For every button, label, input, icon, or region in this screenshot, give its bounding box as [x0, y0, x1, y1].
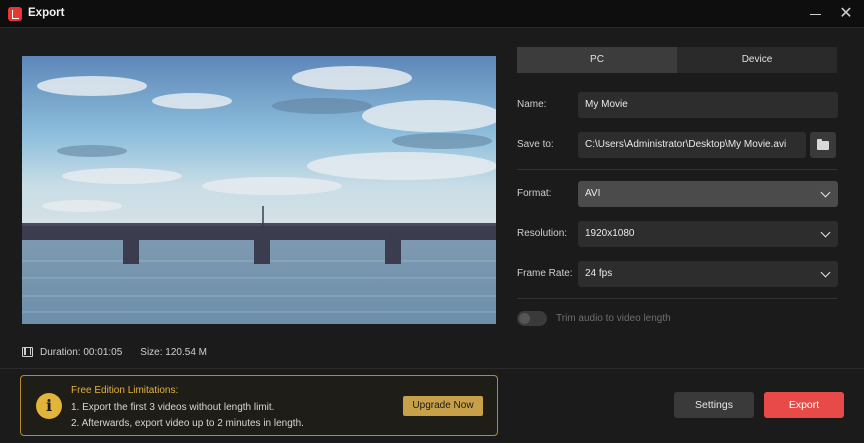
- browse-folder-button[interactable]: [810, 132, 836, 158]
- format-label: Format:: [517, 188, 552, 199]
- folder-icon: [817, 139, 829, 150]
- chevron-down-icon: [820, 187, 831, 198]
- app-logo-icon: [8, 7, 22, 21]
- preview-image: [22, 56, 496, 324]
- export-button[interactable]: Export: [764, 392, 844, 418]
- divider: [517, 298, 837, 299]
- name-label: Name:: [517, 99, 547, 110]
- limitation-line: 2. Afterwards, export video up to 2 minu…: [71, 418, 304, 429]
- format-select[interactable]: AVI: [578, 181, 838, 207]
- resolution-value: 1920x1080: [585, 228, 635, 239]
- video-meta: Duration: 00:01:05 Size: 120.54 M: [22, 345, 207, 359]
- save-path-field[interactable]: C:\Users\Administrator\Desktop\My Movie.…: [578, 132, 806, 158]
- minimize-icon[interactable]: [804, 3, 828, 25]
- frame-rate-value: 24 fps: [585, 268, 613, 279]
- tab-pc[interactable]: PC: [517, 47, 677, 73]
- video-preview: [22, 56, 496, 324]
- trim-audio-toggle[interactable]: [517, 311, 547, 326]
- format-value: AVI: [585, 188, 601, 199]
- film-icon: [22, 347, 33, 357]
- settings-button[interactable]: Settings: [674, 392, 754, 418]
- name-field[interactable]: My Movie: [578, 92, 838, 118]
- tab-device[interactable]: Device: [677, 47, 837, 73]
- target-tabs: PC Device: [517, 47, 837, 73]
- window-title: Export: [28, 7, 65, 19]
- resolution-select[interactable]: 1920x1080: [578, 221, 838, 247]
- trim-audio-label: Trim audio to video length: [556, 313, 671, 324]
- frame-rate-label: Frame Rate:: [517, 268, 573, 279]
- chevron-down-icon: [820, 227, 831, 238]
- free-edition-notice: i Free Edition Limitations: 1. Export th…: [20, 375, 498, 436]
- limitations-title: Free Edition Limitations:: [71, 385, 179, 396]
- size-text: Size: 120.54 M: [140, 346, 207, 358]
- frame-rate-select[interactable]: 24 fps: [578, 261, 838, 287]
- save-to-label: Save to:: [517, 139, 554, 150]
- resolution-label: Resolution:: [517, 228, 568, 239]
- chevron-down-icon: [820, 267, 831, 278]
- duration-text: Duration: 00:01:05: [40, 346, 123, 358]
- title-bar: Export ✕: [0, 0, 864, 28]
- upgrade-now-button[interactable]: Upgrade Now: [403, 396, 483, 416]
- info-icon: i: [36, 393, 62, 419]
- limitation-line: 1. Export the first 3 videos without len…: [71, 402, 275, 413]
- close-icon[interactable]: ✕: [834, 3, 858, 25]
- footer-divider: [0, 368, 864, 369]
- toggle-knob: [519, 313, 530, 324]
- divider: [517, 169, 837, 170]
